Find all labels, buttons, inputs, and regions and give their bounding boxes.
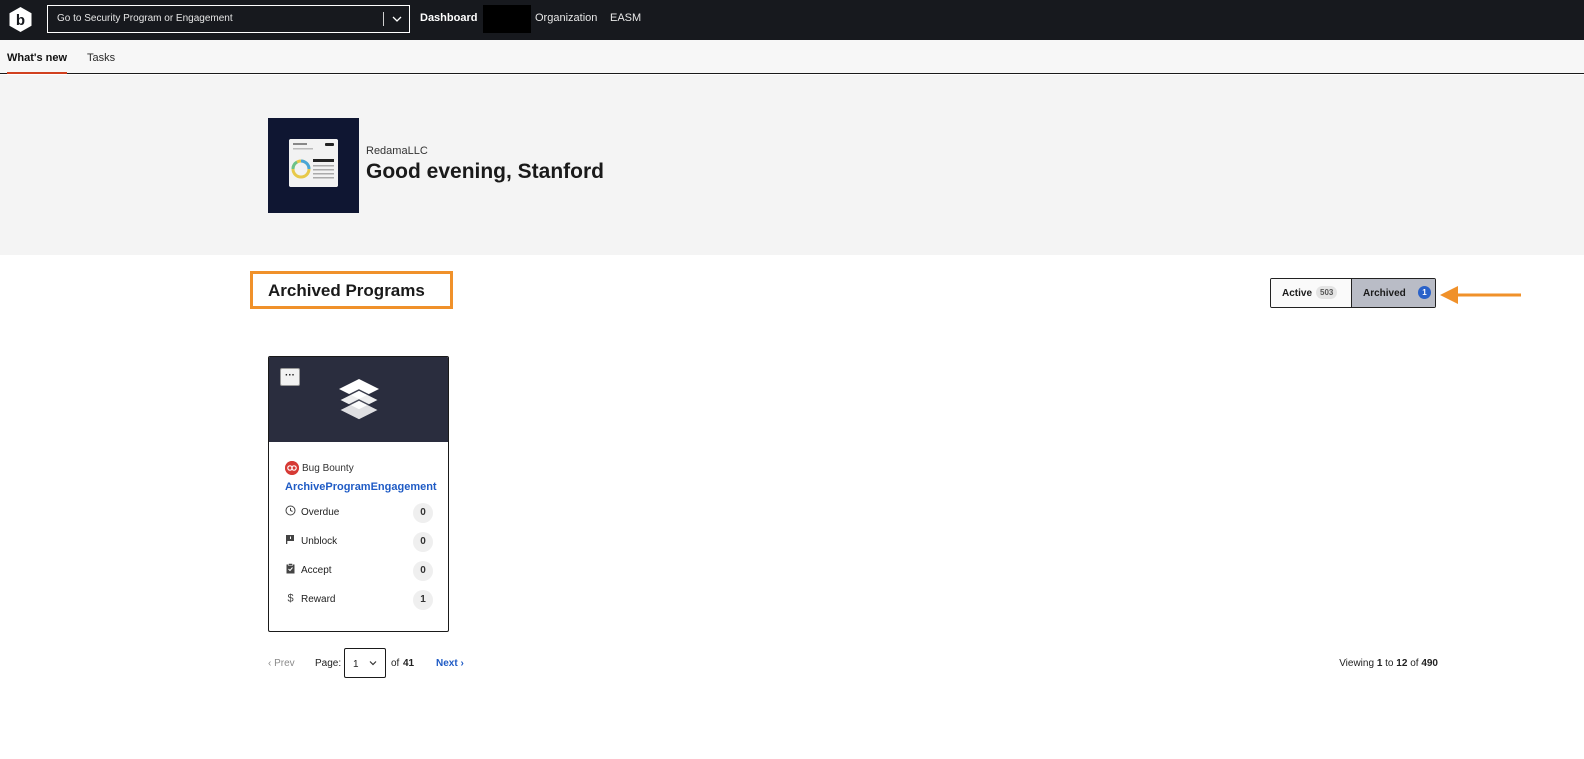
stat-label: Unblock — [301, 536, 338, 547]
program-name-link[interactable]: ArchiveProgramEngagement — [285, 481, 437, 493]
greeting-banner: RedamaLLC Good evening, Stanford — [0, 75, 1584, 255]
organization-thumbnail — [268, 118, 359, 213]
program-card-header: ··· — [269, 357, 448, 442]
program-card[interactable]: ··· Bug Bounty ArchiveProgramEngagement … — [268, 356, 449, 632]
page-label: Page: — [315, 658, 342, 669]
current-page-value: 1 — [353, 659, 359, 670]
active-count-badge: 503 — [1316, 286, 1338, 299]
section-title: Archived Programs — [268, 281, 425, 300]
viewing-prefix: Viewing — [1339, 658, 1375, 669]
tab-tasks[interactable]: Tasks — [87, 52, 115, 64]
greeting-title: Good evening, Stanford — [366, 160, 605, 183]
nav-organization[interactable]: Organization — [535, 12, 597, 24]
bug-bounty-icon — [285, 461, 299, 475]
results-summary: Viewing 1 to 12 of 490 — [1339, 658, 1438, 669]
archived-count-badge: 1 — [1418, 286, 1431, 299]
of-label: of — [391, 658, 400, 669]
active-label: Active — [1282, 288, 1313, 299]
program-type-label: Bug Bounty — [302, 463, 354, 474]
results-from: 1 — [1376, 658, 1383, 669]
redacted-nav-item — [483, 5, 531, 33]
total-pages: 41 — [403, 658, 415, 669]
next-page-button[interactable]: Next › — [436, 658, 464, 669]
archived-programs-button[interactable]: Archived 1 — [1352, 279, 1435, 307]
stat-row-reward: $ Reward 1 — [285, 590, 433, 610]
results-to: 12 — [1396, 658, 1408, 669]
tab-whats-new[interactable]: What's new — [7, 52, 67, 64]
active-programs-button[interactable]: Active 503 — [1271, 279, 1352, 307]
search-divider — [383, 12, 384, 26]
annotation-arrow-icon — [1440, 286, 1521, 304]
pagination: ‹ Prev Page: 1 of 41 Next › Viewing 1 to… — [268, 648, 1438, 678]
stat-label: Overdue — [301, 507, 340, 518]
results-total: 490 — [1421, 658, 1438, 669]
nav-easm[interactable]: EASM — [610, 12, 641, 24]
clipboard-icon — [286, 563, 295, 574]
stat-label: Accept — [301, 565, 332, 576]
svg-text:$: $ — [287, 593, 293, 604]
page-select[interactable]: 1 — [344, 648, 386, 678]
section-title-highlight: Archived Programs — [250, 271, 453, 309]
stat-row-overdue: Overdue 0 — [285, 503, 433, 523]
card-options-button[interactable]: ··· — [280, 368, 300, 386]
program-search-input[interactable]: Go to Security Program or Engagement — [47, 5, 410, 33]
stat-count: 1 — [413, 590, 433, 610]
active-tab-indicator — [7, 72, 67, 74]
search-placeholder: Go to Security Program or Engagement — [57, 13, 233, 24]
stat-count: 0 — [413, 561, 433, 581]
clock-icon — [285, 505, 296, 516]
bugcrowd-logo-icon[interactable]: b — [7, 6, 34, 33]
organization-name: RedamaLLC — [366, 145, 428, 157]
dashboard-tabs: What's new Tasks — [0, 40, 1584, 74]
chevron-down-icon — [369, 661, 377, 666]
prev-page-button[interactable]: ‹ Prev — [268, 658, 295, 669]
archived-label: Archived — [1363, 288, 1406, 299]
chevron-down-icon[interactable] — [389, 11, 405, 27]
dashboard-preview-icon — [289, 139, 338, 187]
stat-label: Reward — [301, 594, 336, 605]
nav-dashboard[interactable]: Dashboard — [420, 12, 477, 24]
to-word: to — [1385, 658, 1394, 669]
stat-count: 0 — [413, 532, 433, 552]
of-word: of — [1410, 658, 1419, 669]
layers-icon — [337, 379, 381, 421]
svg-text:b: b — [16, 12, 25, 29]
dollar-icon: $ — [287, 593, 293, 604]
program-status-toggle: Active 503 Archived 1 — [1270, 278, 1436, 308]
top-navigation-bar: b Go to Security Program or Engagement D… — [0, 0, 1584, 40]
stat-count: 0 — [413, 503, 433, 523]
stat-row-unblock: Unblock 0 — [285, 532, 433, 552]
stat-row-accept: Accept 0 — [285, 561, 433, 581]
flag-icon — [286, 535, 294, 544]
